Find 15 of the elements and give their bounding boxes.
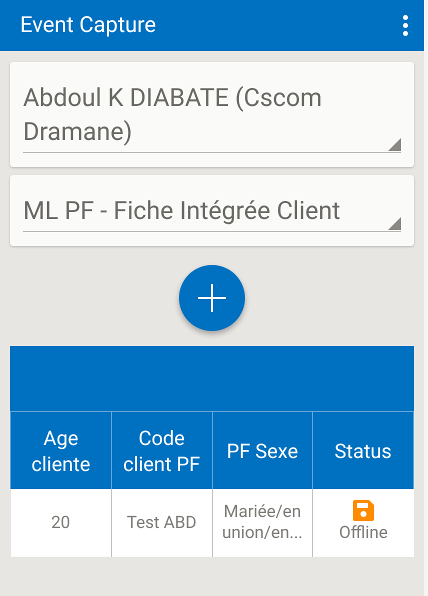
add-button[interactable] (179, 265, 245, 331)
table-cell: Mariée/en union/en... (212, 489, 313, 557)
column-header: PF Sexe (212, 412, 313, 489)
status-label: Offline (339, 522, 388, 545)
dropdown-field[interactable]: ML PF - Fiche Intégrée Client (23, 195, 401, 232)
column-header: Age cliente (10, 412, 112, 489)
dropdown-field[interactable]: Abdoul K DIABATE (Cscom Dramane) (23, 82, 401, 153)
app-title: Event Capture (20, 12, 156, 40)
table-cell: 20 (10, 489, 112, 557)
column-header: Status (312, 412, 414, 489)
dropdown-corner-icon (388, 138, 401, 151)
table-cell: Test ABD (111, 489, 212, 557)
dropdown-corner-icon (388, 217, 401, 230)
plus-icon (198, 284, 226, 312)
column-header: Code client PF (111, 412, 212, 489)
